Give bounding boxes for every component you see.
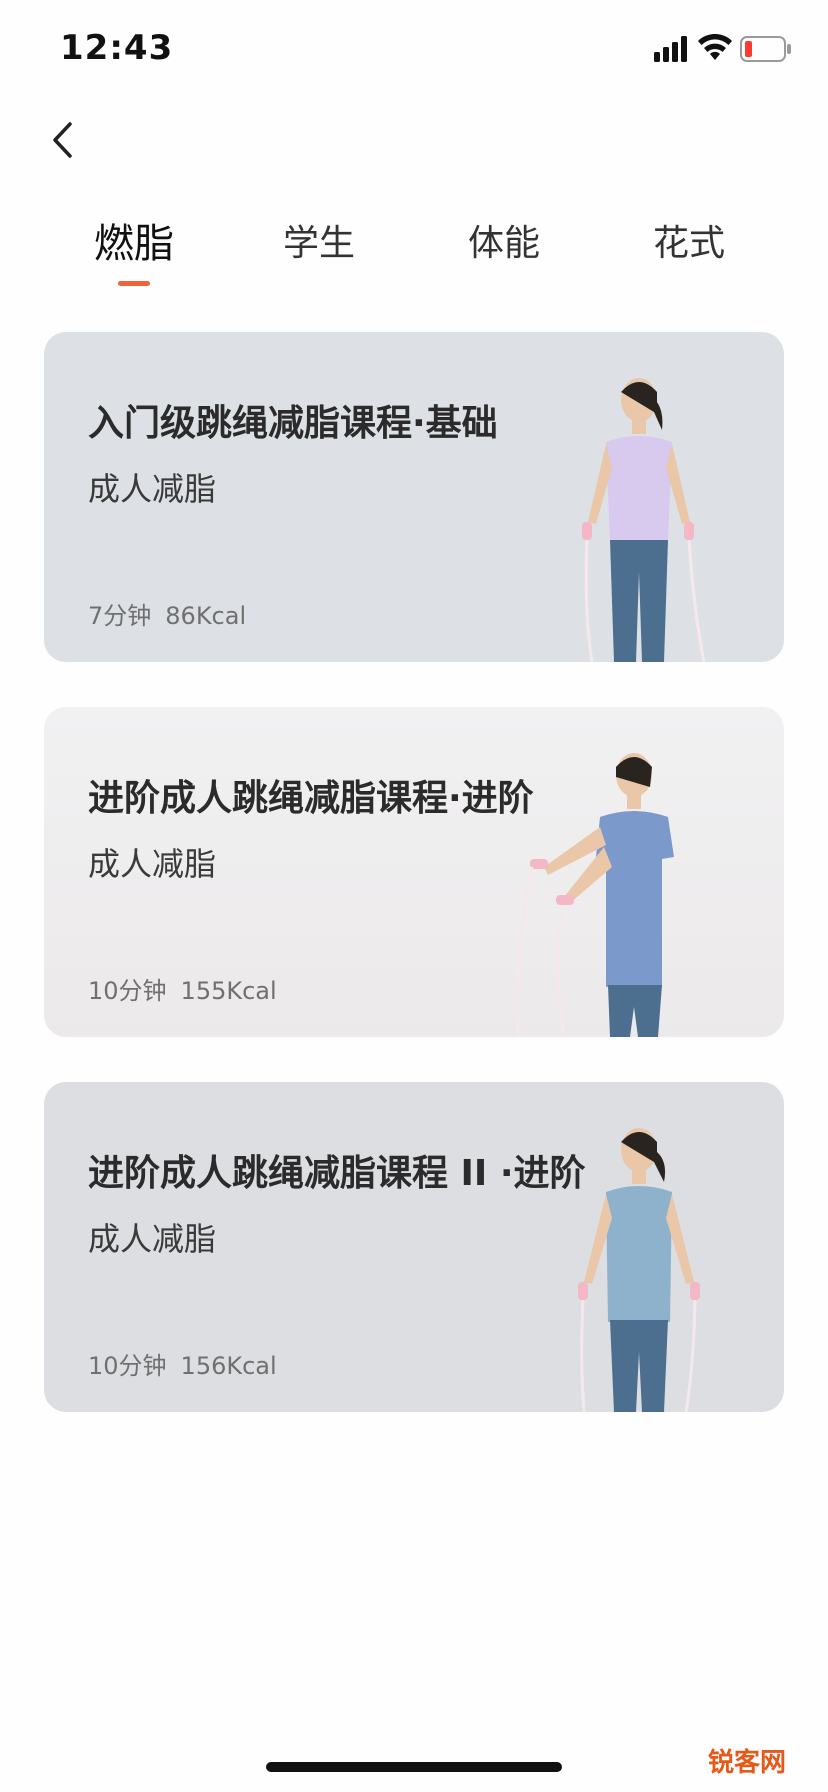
course-calories: 86Kcal (165, 602, 247, 630)
battery-icon (740, 36, 791, 62)
tab-label: 燃脂 (94, 221, 174, 267)
status-bar: 12:43 (0, 0, 828, 100)
tab-label: 花式 (652, 223, 725, 264)
course-card[interactable]: 入门级跳绳减脂课程·基础 成人减脂 7分钟 86Kcal (44, 332, 784, 662)
tab-freestyle[interactable]: 花式 (599, 214, 779, 294)
course-meta: 7分钟 86Kcal (88, 596, 260, 631)
tab-label: 体能 (467, 223, 540, 264)
active-tab-indicator (118, 281, 150, 286)
course-calories: 156Kcal (180, 1352, 277, 1380)
course-calories: 155Kcal (180, 977, 277, 1005)
status-time: 12:43 (60, 28, 174, 68)
tab-fitness[interactable]: 体能 (414, 214, 594, 294)
course-subtitle: 成人减脂 (88, 1220, 217, 1258)
tab-student[interactable]: 学生 (229, 214, 409, 294)
course-subtitle: 成人减脂 (88, 845, 217, 883)
instructor-jump-rope-figure (582, 378, 706, 662)
course-card[interactable]: 进阶成人跳绳减脂课程·进阶 成人减脂 10分钟 155Kcal (44, 707, 784, 1037)
course-meta: 10分钟 155Kcal (88, 971, 291, 1006)
signal-icon (654, 36, 687, 62)
back-button[interactable] (38, 112, 86, 168)
instructor-jump-rope-figure (515, 753, 674, 1037)
course-title: 进阶成人跳绳减脂课程 II ·进阶 (88, 1153, 586, 1194)
course-subtitle: 成人减脂 (88, 470, 217, 508)
home-indicator (266, 1762, 562, 1772)
tab-fat-burn[interactable]: 燃脂 (44, 214, 224, 294)
tab-label: 学生 (282, 223, 355, 264)
wifi-icon (698, 34, 732, 60)
course-card[interactable]: 进阶成人跳绳减脂课程 II ·进阶 成人减脂 10分钟 156Kcal (44, 1082, 784, 1412)
course-title: 入门级跳绳减脂课程·基础 (88, 403, 498, 444)
course-duration: 10分钟 (88, 1352, 167, 1380)
instructor-jump-rope-figure (578, 1128, 700, 1412)
course-duration: 10分钟 (88, 977, 167, 1005)
course-meta: 10分钟 156Kcal (88, 1346, 291, 1381)
course-duration: 7分钟 (88, 602, 152, 630)
screen: 12:43 燃脂 学生 体能 花式 入门级跳绳减脂课程·基础 成人减脂 7分钟 … (0, 0, 828, 1792)
watermark-logo: 锐客网 (707, 1748, 786, 1778)
course-title: 进阶成人跳绳减脂课程·进阶 (88, 778, 534, 819)
category-tabs: 燃脂 学生 体能 花式 (44, 214, 784, 294)
chevron-left-icon (53, 122, 72, 158)
